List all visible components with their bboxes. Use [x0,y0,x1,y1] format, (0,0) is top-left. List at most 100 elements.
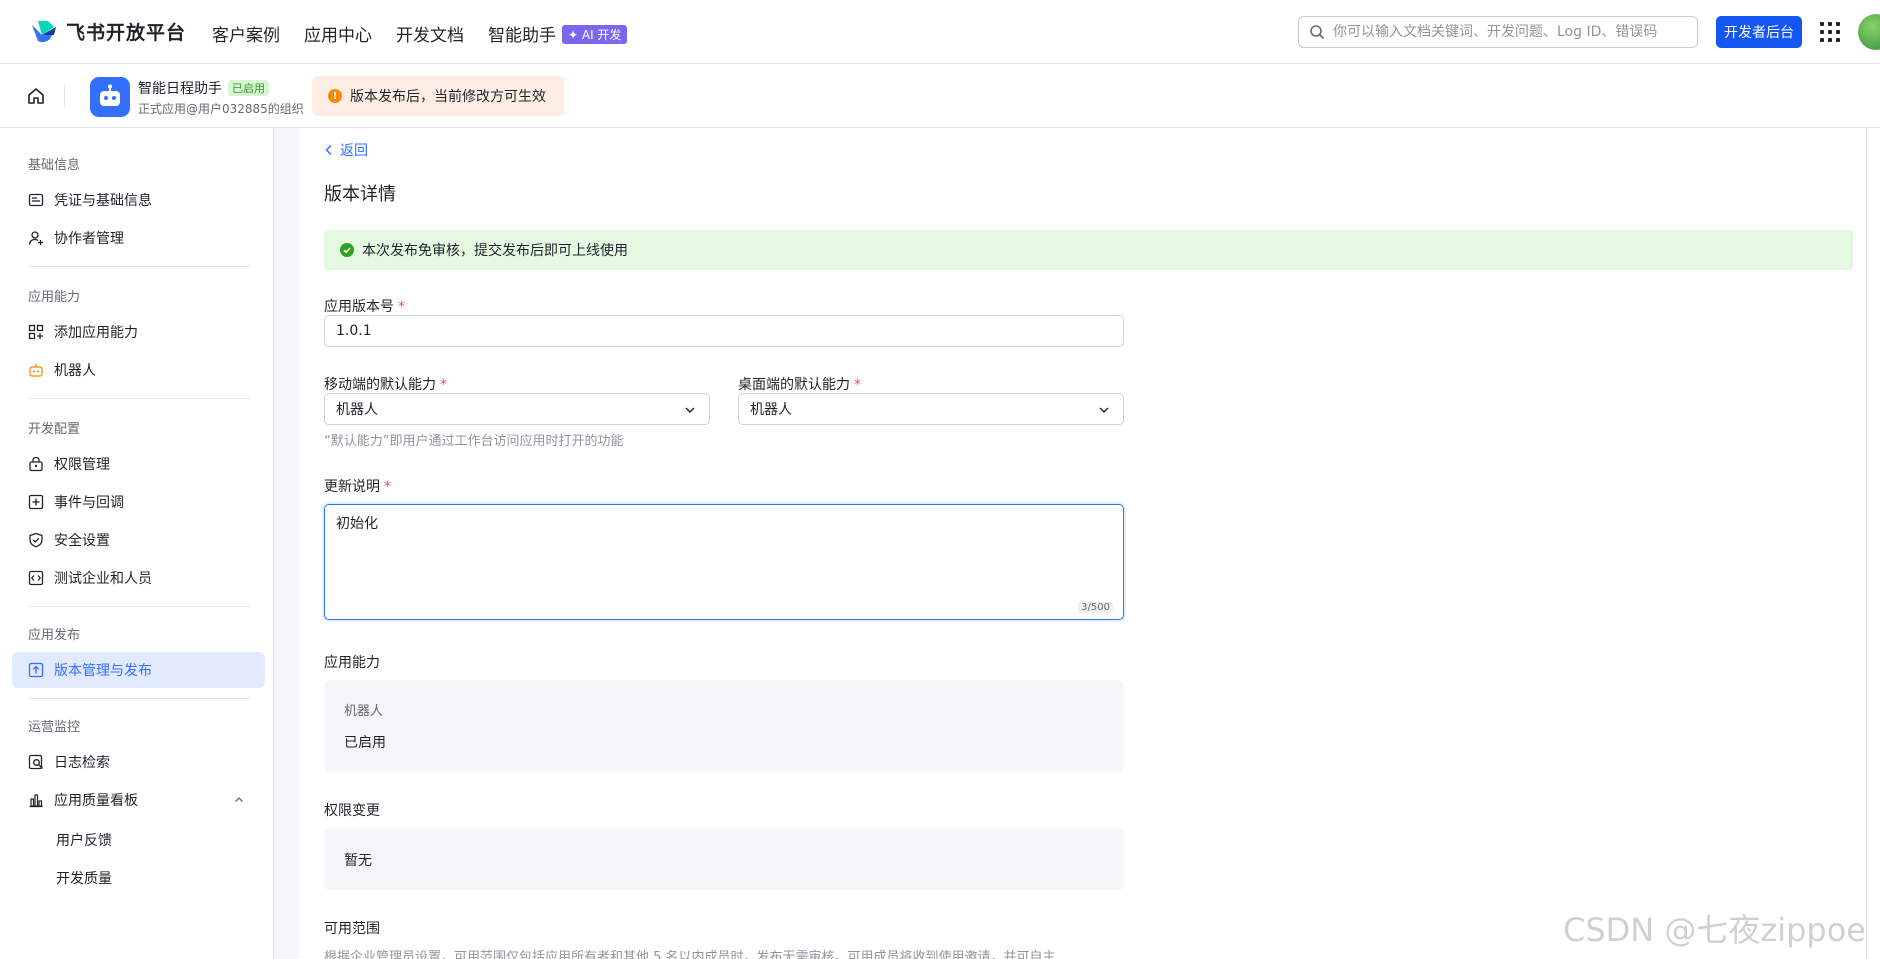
sidebar-item-events[interactable]: 事件与回调 [12,484,265,520]
chevron-left-icon [325,144,332,156]
feishu-logo-icon [32,20,56,42]
sidebar-item-test-enterprise[interactable]: 测试企业和人员 [12,560,265,596]
app-owner: 正式应用@用户032885的组织 [138,102,304,116]
back-link[interactable]: 返回 [324,140,368,160]
scope-description: 根据企业管理员设置，可用范围仅包括应用所有者和其他 5 名以内成员时，发布无需审… [324,950,1056,959]
review-exempt-alert: 本次发布免审核，提交发布后即可上线使用 [324,230,1853,270]
home-icon[interactable] [26,86,46,106]
warning-icon: ! [328,89,342,103]
sidebar-subitem-dev-quality[interactable]: 开发质量 [56,868,112,888]
avatar[interactable] [1858,14,1880,50]
release-notes-textarea[interactable]: 初始化 3/500 [324,504,1124,620]
permission-change-card: 暂无 [324,828,1124,890]
id-card-icon [28,193,44,207]
sidebar-item-label: 事件与回调 [54,495,124,511]
desktop-default-value: 机器人 [750,402,792,418]
top-nav: 飞书开放平台 客户案例 应用中心 开发文档 智能助手 ✦ AI 开发 开发者后台 [0,0,1880,64]
desktop-default-label-text: 桌面端的默认能力 [738,377,850,393]
app-name-text: 智能日程助手 [138,81,222,97]
version-label-text: 应用版本号 [324,299,394,315]
scrollbar[interactable] [1866,128,1880,959]
mobile-default-select[interactable]: 机器人 [324,393,710,425]
app-bar: 智能日程助手 已启用 正式应用@用户032885的组织 ! 版本发布后，当前修改方… [0,64,1880,128]
section-release: 应用发布 [28,628,81,643]
mobile-default-label-text: 移动端的默认能力 [324,377,436,393]
mobile-default-label: 移动端的默认能力 * [324,377,447,393]
status-badge: 已启用 [228,80,269,96]
developer-console-button[interactable]: 开发者后台 [1716,16,1802,48]
release-notes-value: 初始化 [336,516,378,532]
section-dev: 开发配置 [28,422,81,437]
nav-link-cases[interactable]: 客户案例 [212,21,280,46]
sidebar: 基础信息 凭证与基础信息 协作者管理 应用能力 添加应用能力 机器人 开发配置 … [0,128,274,959]
code-icon [28,570,44,586]
sidebar-item-collaborators[interactable]: 协作者管理 [12,220,265,256]
sidebar-item-label: 凭证与基础信息 [54,193,152,209]
nav-link-app-center[interactable]: 应用中心 [304,21,372,46]
log-search-icon [28,754,43,770]
sidebar-divider [28,606,250,607]
sidebar-item-version-release[interactable]: 版本管理与发布 [12,652,265,688]
nav-link-assistant-label: 智能助手 [488,26,556,46]
sidebar-item-label: 机器人 [54,363,96,379]
ability-name: 机器人 [344,704,384,719]
release-notice: ! 版本发布后，当前修改方可生效 [312,76,564,116]
main-area: 返回 版本详情 本次发布免审核，提交发布后即可上线使用 应用版本号 * 1.0.1… [274,128,1880,959]
shield-icon [29,532,43,548]
notes-label-text: 更新说明 [324,479,380,495]
sidebar-item-label: 版本管理与发布 [54,663,152,679]
section-basic: 基础信息 [28,158,81,173]
app-grid-icon[interactable] [1820,22,1840,42]
ability-status: 已启用 [344,735,386,751]
default-ability-hint: “默认能力”即用户通过工作台访问应用时打开的功能 [324,434,624,449]
section-ability: 应用能力 [28,290,81,305]
sidebar-item-credentials[interactable]: 凭证与基础信息 [12,182,265,218]
search-box[interactable] [1298,16,1698,48]
sidebar-item-log-search[interactable]: 日志检索 [12,744,265,780]
search-input[interactable] [1333,24,1693,40]
sidebar-item-label: 权限管理 [54,457,110,473]
apps-add-icon [28,324,44,340]
upload-icon [28,662,44,678]
sidebar-item-label: 添加应用能力 [54,325,138,341]
event-icon [28,494,44,510]
chevron-down-icon [1099,407,1109,413]
brand-logo[interactable]: 飞书开放平台 [30,18,186,45]
sidebar-item-add-ability[interactable]: 添加应用能力 [12,314,265,350]
search-icon [1310,25,1325,40]
notes-label: 更新说明 * [324,479,391,495]
sidebar-item-label: 应用质量看板 [54,793,138,809]
sidebar-item-security[interactable]: 安全设置 [12,522,265,558]
bar-chart-icon [29,794,43,808]
scope-label: 可用范围 [324,921,380,937]
sidebar-subitem-user-feedback[interactable]: 用户反馈 [56,830,112,850]
chevron-up-icon[interactable] [233,794,245,806]
sidebar-item-label: 测试企业和人员 [54,571,152,587]
check-circle-icon [340,243,354,257]
review-exempt-text: 本次发布免审核，提交发布后即可上线使用 [362,243,628,259]
app-avatar [90,77,130,117]
desktop-default-select[interactable]: 机器人 [738,393,1124,425]
release-notice-text: 版本发布后，当前修改方可生效 [350,89,546,105]
app-name: 智能日程助手 已启用 [138,78,269,98]
chevron-down-icon [685,407,695,413]
sidebar-item-permissions[interactable]: 权限管理 [12,446,265,482]
sidebar-divider [28,698,250,699]
ability-section-label: 应用能力 [324,655,380,671]
user-add-icon [28,231,43,245]
nav-link-assistant[interactable]: 智能助手 ✦ AI 开发 [488,21,628,46]
appbar-divider [64,84,65,108]
sidebar-divider [28,266,250,267]
nav-link-docs[interactable]: 开发文档 [396,21,464,46]
lock-icon [29,456,43,472]
version-label: 应用版本号 * [324,299,405,315]
permission-change-value: 暂无 [344,853,372,869]
ai-dev-badge: ✦ AI 开发 [562,25,628,44]
sidebar-item-quality-board[interactable]: 应用质量看板 [12,782,265,818]
permission-change-label: 权限变更 [324,803,380,819]
mobile-default-value: 机器人 [336,402,378,418]
page-title: 版本详情 [324,184,396,205]
sidebar-item-bot[interactable]: 机器人 [12,352,265,388]
robot-icon [100,84,120,106]
version-input[interactable]: 1.0.1 [324,315,1124,347]
